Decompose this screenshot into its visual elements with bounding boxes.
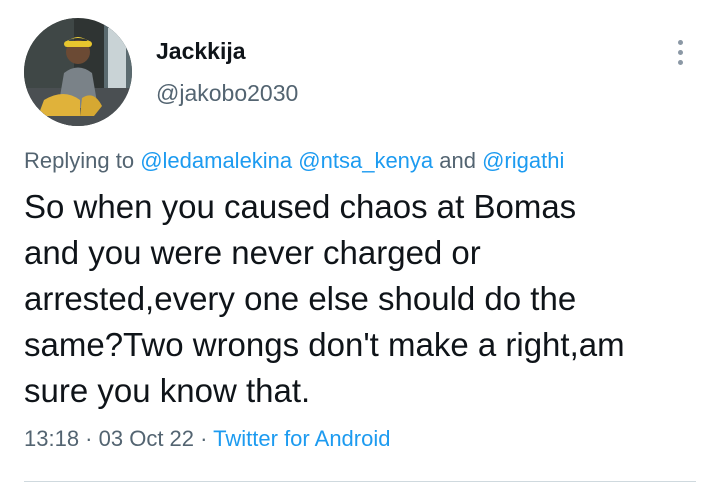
mention-link-ntsa-kenya[interactable]: @ntsa_kenya [298,148,433,173]
vertical-ellipsis-icon [677,39,683,45]
tweet-date[interactable]: 03 Oct 22 [99,426,194,451]
mention-link-rigathi[interactable]: @rigathi [482,148,564,173]
more-options-button[interactable] [666,34,694,70]
avatar[interactable] [24,18,132,126]
tweet-time[interactable]: 13:18 [24,426,79,451]
vertical-ellipsis-icon-dot [677,59,683,65]
display-name[interactable]: Jackkija [156,38,246,65]
vertical-ellipsis-icon-dot [677,49,683,55]
tweet-source-link[interactable]: Twitter for Android [213,426,390,451]
tweet-metadata: 13:18 · 03 Oct 22 · Twitter for Android [24,426,390,452]
replying-to-label: Replying to [24,148,141,173]
replying-conjunction: and [433,148,483,173]
meta-separator: · [194,426,214,451]
avatar-photo [24,18,132,126]
meta-separator: · [79,426,99,451]
replying-to-line: Replying to @ledamalekina @ntsa_kenya an… [24,148,564,174]
tweet-text: So when you caused chaos at Bomas and yo… [24,188,625,409]
mention-link-ledamalekina[interactable]: @ledamalekina [140,148,292,173]
user-handle[interactable]: @jakobo2030 [156,80,298,107]
